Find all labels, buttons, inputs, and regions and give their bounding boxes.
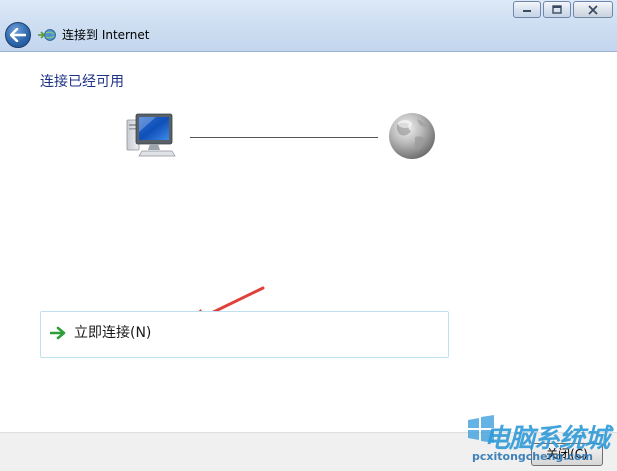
page-heading: 连接已经可用 <box>40 74 124 90</box>
computer-icon <box>126 113 176 157</box>
minimize-icon <box>523 9 531 12</box>
network-globe-icon <box>38 29 56 41</box>
back-button[interactable] <box>5 22 31 48</box>
minimize-button[interactable] <box>513 1 541 18</box>
connection-line <box>190 137 378 138</box>
green-arrow-icon <box>50 326 66 340</box>
title-bar: 连接到 Internet <box>0 0 617 52</box>
back-arrow-icon <box>10 28 26 42</box>
maximize-button[interactable] <box>543 1 571 18</box>
connect-now-label: 立即连接(N) <box>74 325 152 341</box>
footer-bar <box>0 432 617 471</box>
close-button[interactable]: 关闭(C) <box>531 443 603 466</box>
close-icon <box>588 5 598 14</box>
window-title: 连接到 Internet <box>62 28 150 42</box>
close-window-button[interactable] <box>573 1 613 18</box>
connect-to-internet-window: 连接到 Internet 连接已经可用 立即连接(N) 关闭(C) 电脑系统城 … <box>0 0 617 471</box>
globe-icon <box>389 113 435 159</box>
maximize-icon <box>552 5 562 14</box>
caption-buttons <box>513 1 613 18</box>
connect-now-button[interactable]: 立即连接(N) <box>40 311 449 358</box>
